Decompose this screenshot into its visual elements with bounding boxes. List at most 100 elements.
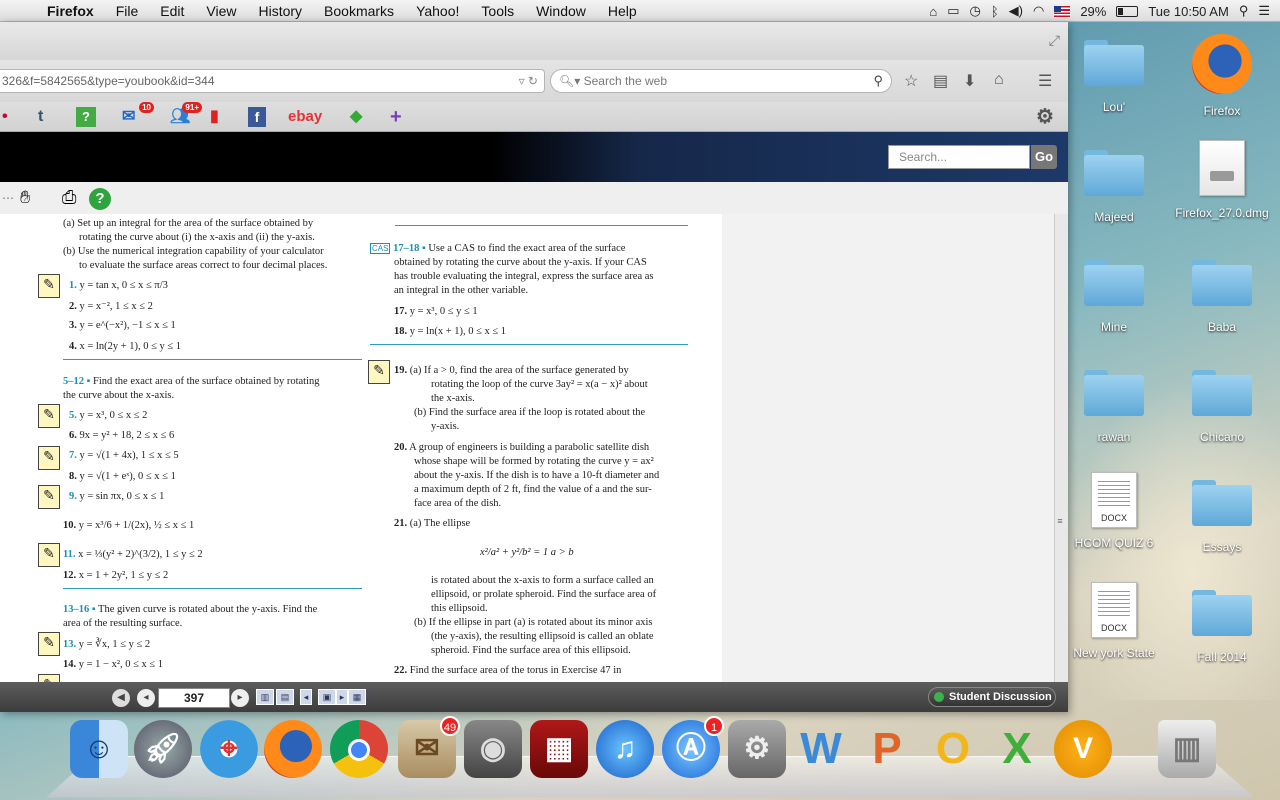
search-engine-icon[interactable]: 🔍︎▾ — [559, 74, 580, 88]
menu-yahoo[interactable]: Yahoo! — [405, 0, 470, 22]
menu-help[interactable]: Help — [597, 0, 648, 22]
trash-icon[interactable]: ▥ — [1158, 720, 1216, 778]
menu-window[interactable]: Window — [525, 0, 597, 22]
menu-app-name[interactable]: Firefox — [36, 0, 105, 22]
menu-tools[interactable]: Tools — [470, 0, 525, 22]
settings-gear-icon[interactable]: ⚙ — [1036, 107, 1054, 127]
fit-width-left-icon[interactable]: ◂ — [300, 689, 312, 705]
menu-edit[interactable]: Edit — [149, 0, 195, 22]
page-view-icon[interactable]: ▦ — [348, 689, 366, 705]
ebay-icon[interactable]: ebay — [288, 107, 322, 127]
note-pencil-icon[interactable]: ✎ — [38, 274, 60, 298]
plus-icon[interactable]: + — [390, 107, 402, 127]
desktop-folder[interactable]: Baba — [1174, 260, 1270, 334]
fit-page-icon[interactable]: ▣ — [318, 689, 336, 705]
reading-list-icon[interactable]: ▤ — [933, 71, 948, 91]
bookmark-star-icon[interactable]: ☆ — [904, 71, 918, 91]
wifi-icon[interactable]: ◠ — [1033, 3, 1044, 19]
photo-booth-icon[interactable]: ▦ — [530, 720, 588, 778]
help-icon[interactable]: ? — [89, 188, 111, 210]
menu-bookmarks[interactable]: Bookmarks — [313, 0, 405, 22]
fullscreen-icon[interactable]: ⤢ — [1049, 32, 1060, 49]
bluetooth-icon[interactable]: ᛒ — [991, 4, 999, 19]
chrome-icon[interactable] — [330, 720, 388, 778]
desktop-folder[interactable]: Mine — [1066, 260, 1162, 334]
mail-icon[interactable]: ✉ 10 — [122, 102, 154, 127]
note-pencil-icon[interactable]: ✎ — [38, 446, 60, 470]
web-search-bar[interactable]: 🔍︎▾ Search the web ⚲ — [550, 69, 892, 93]
go-button[interactable]: Go — [1031, 145, 1057, 169]
desktop-document[interactable]: DOCX HCOM QUIZ 6 — [1066, 472, 1162, 550]
flickr-dots-icon[interactable]: • — [2, 107, 8, 127]
firefox-dock-icon[interactable] — [264, 720, 322, 778]
search-icon[interactable]: ⚲ — [873, 70, 883, 92]
url-text[interactable]: 326&f=5842565&type=youbook&id=344 — [2, 74, 215, 88]
app-store-icon[interactable]: Ⓐ 1 — [662, 716, 724, 778]
tumblr-icon[interactable]: t — [38, 107, 43, 127]
desktop-folder[interactable]: Lou' — [1066, 40, 1162, 114]
question-icon[interactable]: ? — [76, 107, 96, 127]
menu-file[interactable]: File — [105, 0, 150, 22]
home-status-icon[interactable]: ⌂ — [929, 4, 937, 19]
airplay-icon[interactable]: ▭ — [947, 3, 959, 19]
page-number-input[interactable]: 397 — [158, 688, 230, 708]
battery-icon[interactable] — [1116, 5, 1139, 17]
facetime-icon[interactable]: ◉ — [464, 720, 522, 778]
desktop-folder[interactable]: rawan — [1066, 370, 1162, 444]
reload-icon[interactable]: ▿ ↻ — [519, 70, 538, 92]
menu-history[interactable]: History — [247, 0, 313, 22]
notification-center-icon[interactable]: ☰ — [1258, 3, 1270, 19]
volume-icon[interactable]: ◀) — [1009, 3, 1023, 19]
launchpad-icon[interactable]: 🚀︎ — [134, 720, 192, 778]
home-icon[interactable]: ⌂ — [994, 71, 1004, 89]
hand-tool-icon[interactable]: ✋︎ — [20, 187, 30, 208]
itunes-icon[interactable]: ♫ — [596, 720, 654, 778]
download-icon[interactable]: ⬇ — [963, 71, 976, 91]
select-tool-icon[interactable]: ⋯ — [2, 191, 14, 205]
two-page-view-icon[interactable]: ▥ — [256, 689, 274, 705]
url-bar[interactable]: 326&f=5842565&type=youbook&id=344 ▿ ↻ — [0, 69, 545, 93]
back-icon[interactable]: ◀ — [112, 689, 130, 707]
facebook-icon[interactable]: f — [248, 107, 266, 127]
desktop-folder[interactable]: Majeed — [1066, 150, 1162, 224]
desktop-folder[interactable]: Chicano — [1174, 370, 1270, 444]
desktop-document[interactable]: DOCX New york State — [1066, 582, 1162, 660]
note-pencil-icon[interactable]: ✎ — [38, 404, 60, 428]
single-page-view-icon[interactable]: ▤ — [276, 689, 294, 705]
previous-page-icon[interactable]: ◂ — [137, 689, 155, 707]
spotlight-icon[interactable]: ⚲ — [1239, 3, 1249, 19]
desktop-disk-image[interactable]: Firefox_27.0.dmg — [1174, 140, 1270, 220]
note-pencil-icon[interactable]: ✎ — [38, 674, 60, 682]
scroll-grip-icon[interactable]: ≡ — [1055, 516, 1065, 530]
desktop-app[interactable]: Firefox — [1174, 34, 1270, 118]
print-icon[interactable]: ⎙ — [62, 187, 76, 208]
mail-dock-icon[interactable]: ✉ 49 — [398, 716, 460, 778]
time-machine-icon[interactable]: ◷ — [969, 3, 980, 19]
finder-icon[interactable]: ☺ — [70, 720, 128, 778]
tag-icon[interactable]: ◆ — [350, 107, 362, 127]
note-pencil-icon[interactable]: ✎ — [38, 632, 60, 656]
ebook-reader[interactable]: — — — — — — (a) Set up an integral for t… — [0, 214, 1054, 682]
clock[interactable]: Tue 10:50 AM — [1148, 4, 1228, 19]
desktop-folder[interactable]: Essays — [1174, 480, 1270, 554]
site-search-input[interactable]: Search... — [888, 145, 1030, 169]
safari-icon[interactable]: ⌖ — [200, 720, 258, 778]
student-discussion-button[interactable]: Student Discussion — [928, 687, 1056, 707]
system-preferences-icon[interactable]: ⚙ — [728, 720, 786, 778]
people-icon[interactable]: 👥︎ 91+ — [170, 102, 202, 127]
menu-view[interactable]: View — [195, 0, 247, 22]
excel-icon[interactable]: X — [988, 720, 1046, 778]
input-source-flag-icon[interactable] — [1054, 5, 1071, 17]
outlook-icon[interactable]: O — [924, 720, 982, 778]
note-pencil-icon[interactable]: ✎ — [368, 360, 390, 384]
bookmark-icon[interactable]: ▮ — [210, 107, 219, 127]
fit-width-right-icon[interactable]: ▸ — [336, 689, 348, 705]
vonage-icon[interactable]: V — [1054, 720, 1112, 778]
desktop-folder[interactable]: Fall 2014 — [1174, 590, 1270, 664]
note-pencil-icon[interactable]: ✎ — [38, 485, 60, 509]
powerpoint-icon[interactable]: P — [858, 720, 916, 778]
word-icon[interactable]: W — [792, 720, 850, 778]
menu-icon[interactable]: ☰ — [1038, 71, 1052, 91]
note-pencil-icon[interactable]: ✎ — [38, 543, 60, 567]
next-page-icon[interactable]: ▸ — [231, 689, 249, 707]
